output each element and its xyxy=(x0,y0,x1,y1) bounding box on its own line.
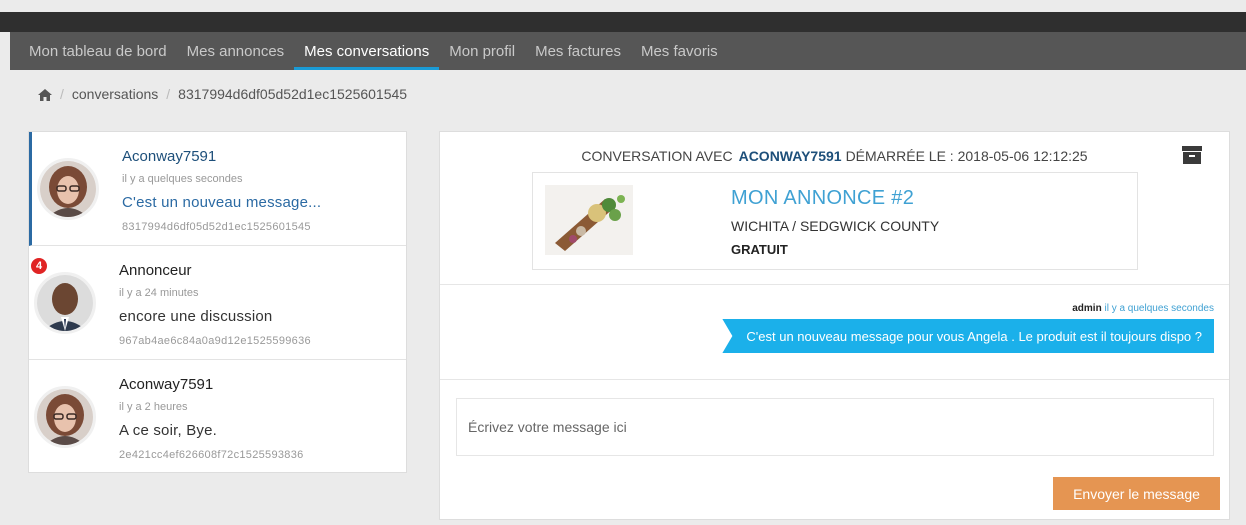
message-thread: admin il y a quelques secondes C'est un … xyxy=(440,284,1229,380)
unread-badge: 4 xyxy=(29,256,49,276)
conversation-time: il y a 24 minutes xyxy=(119,287,199,299)
breadcrumb-separator: / xyxy=(166,86,171,102)
annonce-price: GRATUIT xyxy=(731,242,788,257)
conversation-item[interactable]: Aconway7591 il y a 2 heures A ce soir, B… xyxy=(29,360,406,474)
breadcrumb-separator: / xyxy=(60,86,64,102)
conversation-id: 8317994d6df05d52d1ec1525601545 xyxy=(122,221,311,233)
nav-mes-annonces[interactable]: Mes annonces xyxy=(177,32,295,70)
annonce-location: WICHITA / SEDGWICK COUNTY xyxy=(731,218,940,234)
main-nav: Mon tableau de bord Mes annonces Mes con… xyxy=(10,32,1246,70)
conversation-id: 2e421cc4ef626608f72c1525593836 xyxy=(119,449,304,461)
annonce-image xyxy=(545,185,633,255)
message-input[interactable] xyxy=(456,398,1214,456)
avatar xyxy=(34,272,96,334)
conversation-item[interactable]: 4 Annonceur il y a 24 minutes encore une… xyxy=(29,246,406,360)
header-contact-name[interactable]: ACONWAY7591 xyxy=(739,148,842,164)
nav-mes-favoris[interactable]: Mes favoris xyxy=(631,32,728,70)
send-message-button[interactable]: Envoyer le message xyxy=(1053,477,1220,510)
conversation-preview: C'est un nouveau message... xyxy=(122,194,322,211)
header-started: DÉMARRÉE LE : 2018-05-06 12:12:25 xyxy=(845,148,1088,164)
message-meta: admin il y a quelques secondes xyxy=(1072,303,1214,314)
nav-mon-profil[interactable]: Mon profil xyxy=(439,32,525,70)
conversation-name: Annonceur xyxy=(119,262,192,279)
breadcrumb-conversations[interactable]: conversations xyxy=(72,86,158,102)
nav-mes-factures[interactable]: Mes factures xyxy=(525,32,631,70)
conversation-item[interactable]: Aconway7591 il y a quelques secondes C'e… xyxy=(29,132,406,246)
avatar xyxy=(37,158,99,220)
header-prefix: CONVERSATION AVEC xyxy=(581,148,733,164)
nav-tableau-de-bord[interactable]: Mon tableau de bord xyxy=(19,32,177,70)
conversation-name: Aconway7591 xyxy=(119,376,214,393)
conversation-name: Aconway7591 xyxy=(122,148,217,165)
message-bubble: C'est un nouveau message pour vous Angel… xyxy=(722,319,1214,353)
nav-mes-conversations[interactable]: Mes conversations xyxy=(294,32,440,70)
conversation-time: il y a quelques secondes xyxy=(122,173,243,185)
annonce-title[interactable]: MON ANNONCE #2 xyxy=(731,187,914,210)
conversation-id: 967ab4ae6c84a0a9d12e1525599636 xyxy=(119,335,311,347)
annonce-card[interactable]: MON ANNONCE #2 WICHITA / SEDGWICK COUNTY… xyxy=(532,172,1138,270)
home-icon[interactable] xyxy=(38,88,52,101)
message-author: admin xyxy=(1072,303,1102,314)
conversation-preview: encore une discussion xyxy=(119,308,273,325)
conversation-panel: CONVERSATION AVEC ACONWAY7591 DÉMARRÉE LE … xyxy=(439,131,1230,520)
conversation-list: Aconway7591 il y a quelques secondes C'e… xyxy=(28,131,407,473)
avatar xyxy=(34,386,96,448)
conversation-header: CONVERSATION AVEC ACONWAY7591 DÉMARRÉE LE … xyxy=(440,148,1229,164)
breadcrumb: / conversations / 8317994d6df05d52d1ec15… xyxy=(38,86,407,102)
message-time: il y a quelques secondes xyxy=(1104,303,1214,314)
breadcrumb-current: 8317994d6df05d52d1ec1525601545 xyxy=(178,86,408,102)
conversation-time: il y a 2 heures xyxy=(119,401,188,413)
archive-icon[interactable] xyxy=(1182,146,1202,164)
conversation-preview: A ce soir, Bye. xyxy=(119,422,218,439)
top-bar xyxy=(0,12,1246,32)
